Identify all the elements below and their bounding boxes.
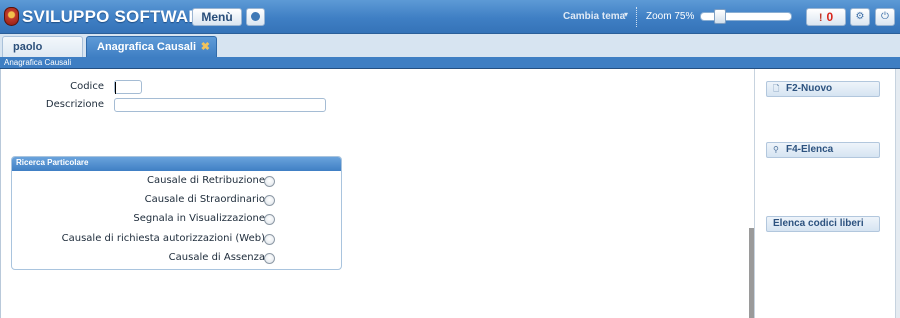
- alert-count: 0: [826, 10, 834, 24]
- alerts-button[interactable]: ! 0: [806, 8, 846, 26]
- top-bar: SVILUPPO SOFTWARE Menù Cambia tema ▾ Zoo…: [0, 0, 900, 34]
- panel-title: Ricerca Particolare: [16, 158, 89, 167]
- app-logo-icon: [4, 7, 19, 26]
- option-row[interactable]: Causale di Assenza: [12, 251, 341, 267]
- document-icon: 🗋: [773, 84, 780, 93]
- option-label: Segnala in Visualizzazione: [133, 213, 265, 224]
- option-row[interactable]: Causale di Retribuzione: [12, 174, 341, 190]
- power-icon[interactable]: ⏻: [875, 8, 895, 26]
- tab-anagrafica-causali[interactable]: Anagrafica Causali ✖: [86, 36, 217, 57]
- option-label: Causale di Assenza: [168, 252, 265, 263]
- option-row[interactable]: Causale di Straordinario: [12, 193, 341, 209]
- codice-label: Codice: [70, 81, 104, 92]
- breadcrumb: Anagrafica Causali: [4, 58, 72, 67]
- text-cursor: [115, 82, 116, 94]
- descrizione-input[interactable]: [114, 98, 326, 112]
- zoom-slider-thumb[interactable]: [714, 9, 726, 24]
- codice-input[interactable]: [114, 80, 142, 94]
- button-label: F2-Nuovo: [786, 83, 833, 94]
- option-row[interactable]: Causale di richiesta autorizzazioni (Web…: [12, 232, 341, 248]
- button-label: F4-Elenca: [786, 144, 834, 155]
- toolbar-divider: [636, 7, 637, 27]
- option-label: Causale di Straordinario: [144, 194, 265, 205]
- side-scrollbar[interactable]: [895, 69, 900, 318]
- menu-button[interactable]: Menù: [192, 8, 242, 26]
- zoom-slider[interactable]: [700, 9, 792, 24]
- tab-label: Anagrafica Causali: [97, 41, 197, 53]
- breadcrumb-bar: Anagrafica Causali: [0, 57, 900, 69]
- radio-assenza[interactable]: [264, 253, 275, 264]
- chevron-down-icon[interactable]: ▾: [624, 10, 628, 19]
- f2-nuovo-button[interactable]: 🗋 F2-Nuovo: [766, 81, 880, 97]
- option-label: Causale di richiesta autorizzazioni (Web…: [61, 233, 265, 244]
- radio-retribuzione[interactable]: [264, 176, 275, 187]
- close-icon[interactable]: ✖: [201, 37, 210, 58]
- alert-icon: !: [818, 12, 823, 24]
- radio-richiesta-autorizzazioni[interactable]: [264, 234, 275, 245]
- radio-segnala-visualizzazione[interactable]: [264, 214, 275, 225]
- tab-home[interactable]: paolo Home: [2, 36, 83, 74]
- f4-elenca-button[interactable]: ⚲ F4-Elenca: [766, 142, 880, 158]
- ricerca-particolare-panel: Ricerca Particolare Causale di Retribuzi…: [11, 156, 342, 270]
- option-row[interactable]: Segnala in Visualizzazione: [12, 212, 341, 228]
- circle-icon[interactable]: [246, 8, 265, 26]
- main-panel: Codice Descrizione Ricerca Particolare C…: [0, 69, 754, 318]
- app-title: SVILUPPO SOFTWARE: [22, 7, 213, 26]
- search-icon: ⚲: [773, 145, 779, 154]
- actions-panel: 🗋 F2-Nuovo ⚲ F4-Elenca Elenca codici liber…: [755, 69, 895, 318]
- panel-header: Ricerca Particolare: [12, 157, 341, 171]
- tab-strip: paolo Home Anagrafica Causali ✖: [0, 34, 900, 74]
- descrizione-label: Descrizione: [45, 99, 104, 110]
- zoom-label: Zoom 75%: [646, 11, 695, 22]
- elenca-codici-liberi-button[interactable]: Elenca codici liberi: [766, 216, 880, 232]
- theme-switch-label[interactable]: Cambia tema: [563, 11, 625, 22]
- option-label: Causale di Retribuzione: [147, 175, 265, 186]
- radio-straordinario[interactable]: [264, 195, 275, 206]
- settings-icon[interactable]: ⚙: [850, 8, 870, 26]
